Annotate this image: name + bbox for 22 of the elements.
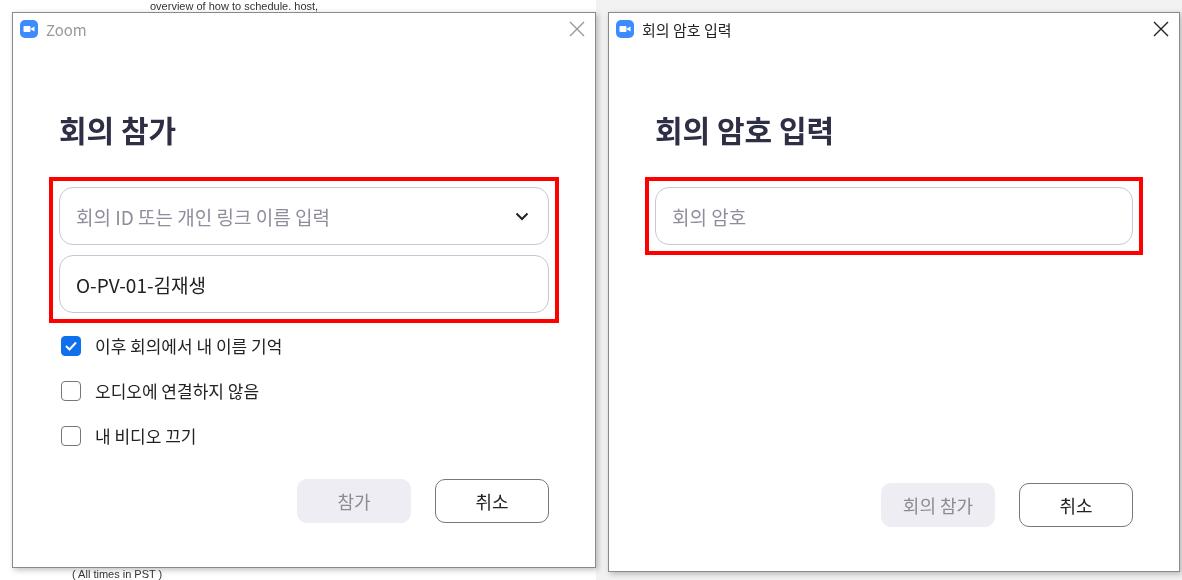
window-title: Zoom: [46, 18, 88, 40]
input-field[interactable]: O-PV-01-김재생: [59, 255, 549, 313]
meeting-id-dropdown[interactable]: 회의 ID 또는 개인 링크 이름 입력: [59, 187, 549, 245]
cancel-button[interactable]: 취소: [435, 479, 549, 523]
checkbox-label: 오디오에 연결하지 않음: [95, 378, 260, 403]
dialog-heading: 회의 암호 입력: [655, 107, 836, 151]
dialog-heading: 회의 참가: [59, 107, 178, 151]
checkbox[interactable]: [61, 380, 81, 401]
close-icon[interactable]: [1153, 21, 1169, 37]
window-title: 회의 암호 입력: [642, 18, 733, 40]
chevron-down-icon[interactable]: [515, 212, 529, 221]
checkbox[interactable]: [61, 425, 81, 446]
camera-icon: [616, 20, 634, 38]
page-text: ( All times in PST ): [71, 568, 164, 580]
checkbox-label: 이후 회의에서 내 이름 기억: [95, 333, 283, 358]
input-field[interactable]: 회의 암호: [655, 187, 1133, 245]
checkbox-label: 내 비디오 끄기: [95, 423, 197, 448]
page-text: overview of how to schedule. host,: [149, 0, 320, 12]
check-icon: [65, 340, 77, 351]
cancel-button[interactable]: 취소: [1019, 483, 1133, 527]
camera-icon: [20, 20, 38, 38]
checkbox[interactable]: [61, 335, 81, 356]
